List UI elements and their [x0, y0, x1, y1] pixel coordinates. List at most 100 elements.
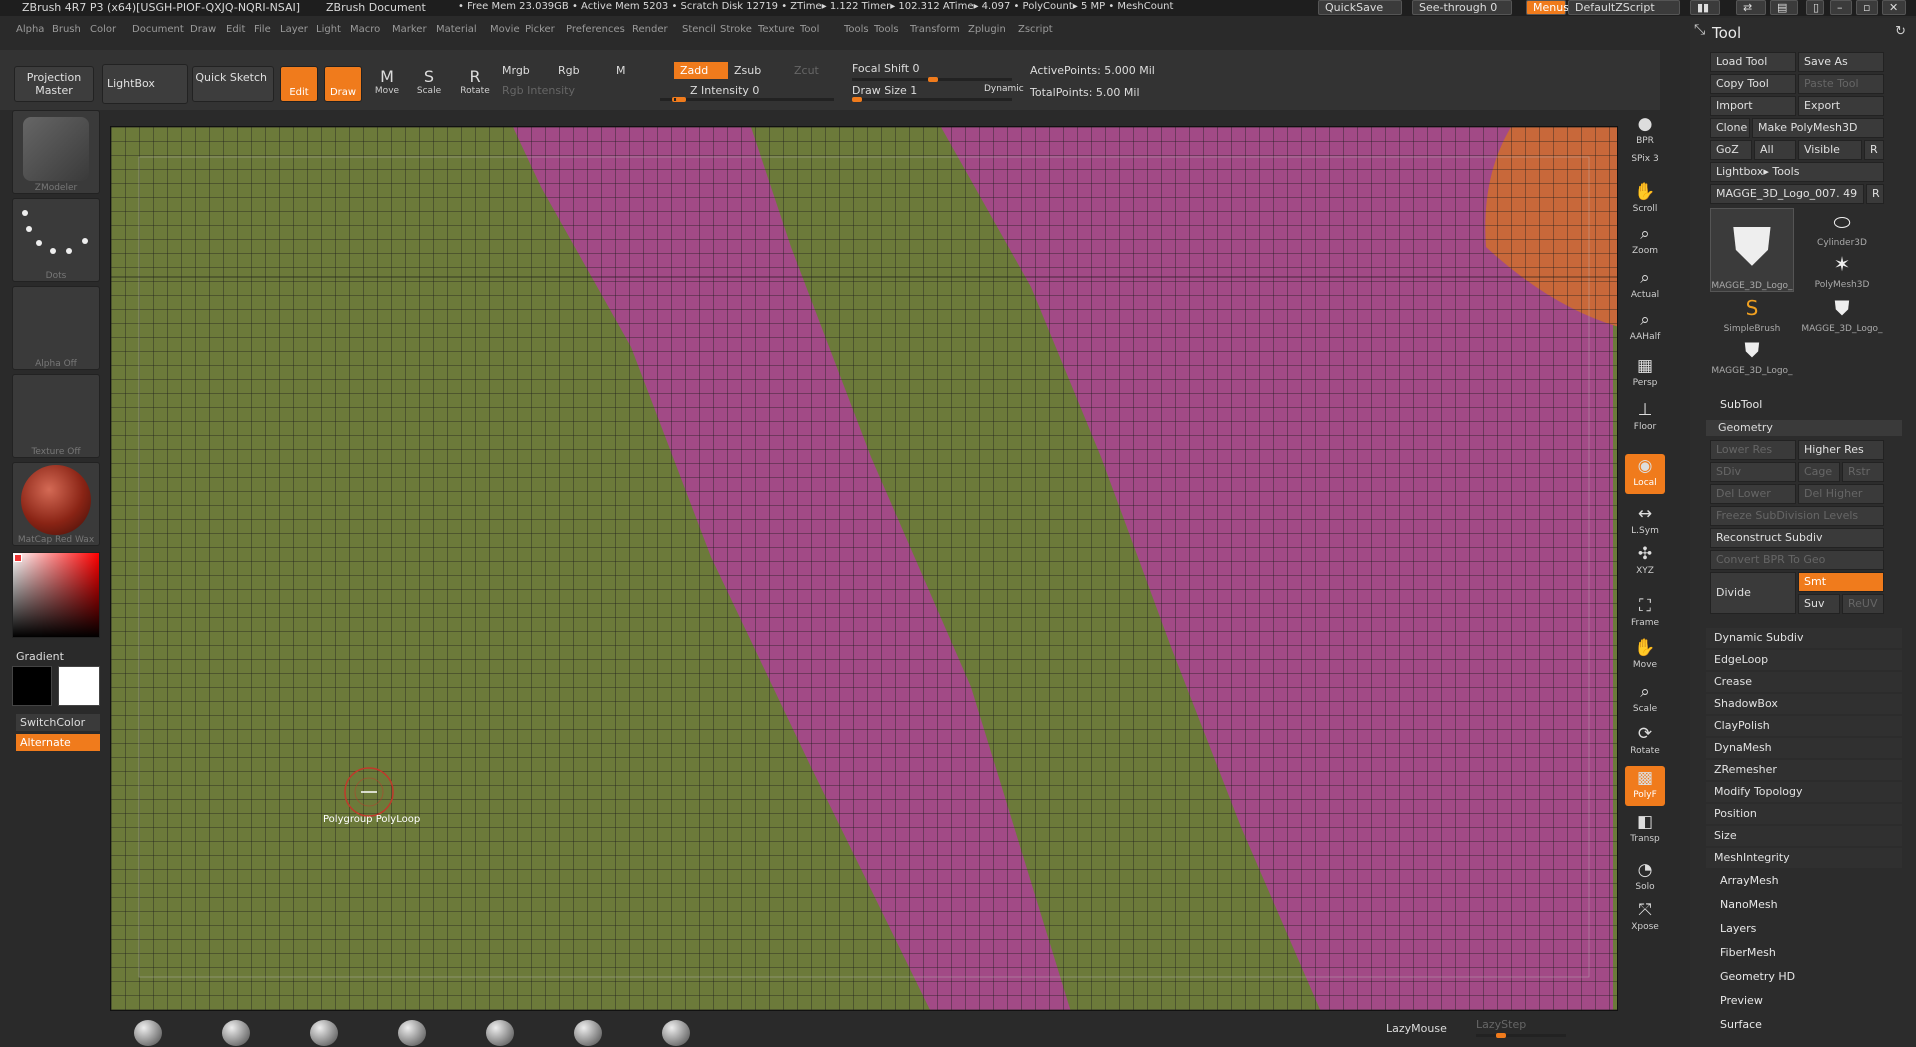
menu-item-movie[interactable]: Movie	[490, 24, 520, 35]
quick-sketch-button[interactable]: Quick Sketch	[192, 66, 274, 102]
main-color-swatch[interactable]	[12, 666, 52, 706]
brush-picker[interactable]: ZModeler	[12, 110, 100, 194]
subtool-section[interactable]: SubTool	[1720, 398, 1762, 411]
menu-item-material[interactable]: Material	[436, 24, 477, 35]
quicksave-button[interactable]: QuickSave	[1318, 0, 1402, 15]
lazystep-track[interactable]	[1476, 1033, 1566, 1038]
menu-item-file[interactable]: File	[254, 24, 271, 35]
switchcolor-button[interactable]: SwitchColor	[16, 714, 100, 731]
menu-item-macro[interactable]: Macro	[350, 24, 380, 35]
tool-thumb[interactable]: ⬭ Cylinder3D	[1800, 208, 1884, 248]
suv-toggle[interactable]: Suv	[1798, 594, 1840, 614]
color-picker-marker[interactable]	[14, 554, 22, 562]
ui-swap-icon[interactable]: ⇄	[1736, 0, 1766, 15]
z-intensity-track[interactable]	[674, 97, 834, 102]
ui-panel-icon[interactable]: ▤	[1770, 0, 1798, 15]
mesh-canvas[interactable]: Polygroup PolyLoop	[111, 127, 1618, 1011]
z-intensity-knob[interactable]	[676, 97, 686, 102]
menu-item-tool[interactable]: Tool	[800, 24, 819, 35]
convert-bpr-button[interactable]: Convert BPR To Geo	[1710, 550, 1884, 570]
default-zscript-button[interactable]: DefaultZScript	[1568, 0, 1680, 15]
focal-shift-knob[interactable]	[928, 77, 938, 82]
scale-button[interactable]: S Scale	[412, 68, 446, 97]
rotate-button[interactable]: R Rotate	[456, 68, 494, 97]
menu-item-light[interactable]: Light	[316, 24, 341, 35]
xpose-button[interactable]: ⤧ Xpose	[1625, 898, 1665, 938]
visible-button[interactable]: Visible	[1798, 140, 1862, 160]
all-button[interactable]: All	[1754, 140, 1796, 160]
brush-slot-1-icon[interactable]	[134, 1020, 162, 1046]
texture-picker[interactable]: Texture Off	[12, 374, 100, 458]
bpr-button[interactable]: ● BPR	[1625, 112, 1665, 152]
m-button[interactable]: M	[616, 64, 626, 77]
lightbox-tools-button[interactable]: Lightbox▸ Tools	[1710, 162, 1884, 182]
geometry-item-shadowbox[interactable]: ShadowBox	[1706, 694, 1902, 714]
divide-button[interactable]: Divide	[1710, 572, 1796, 614]
zoom-button[interactable]: ⌕ Zoom	[1625, 222, 1665, 262]
zsub-button[interactable]: Zsub	[734, 64, 761, 77]
draw-size-track[interactable]	[852, 97, 1012, 102]
lightbox-button[interactable]: LightBox	[102, 64, 188, 104]
alpha-picker[interactable]: Alpha Off	[12, 286, 100, 370]
scroll-button[interactable]: ✋ Scroll	[1625, 180, 1665, 220]
secondary-color-swatch[interactable]	[58, 666, 100, 706]
brush-slot-6-icon[interactable]	[574, 1020, 602, 1046]
menu-item-brush[interactable]: Brush	[52, 24, 81, 35]
geometry-item-dynamic-subdiv[interactable]: Dynamic Subdiv	[1706, 628, 1902, 648]
menu-item-picker[interactable]: Picker	[525, 24, 555, 35]
menu-item-draw[interactable]: Draw	[190, 24, 216, 35]
menu-item-tools[interactable]: Tools	[844, 24, 869, 35]
menu-item-tools[interactable]: Tools	[874, 24, 899, 35]
brush-slot-3-icon[interactable]	[310, 1020, 338, 1046]
freeze-subdivision-button[interactable]: Freeze SubDivision Levels	[1710, 506, 1884, 526]
lazymouse-button[interactable]: LazyMouse	[1386, 1022, 1447, 1035]
geometry-item-modify-topology[interactable]: Modify Topology	[1706, 782, 1902, 802]
menu-item-color[interactable]: Color	[90, 24, 116, 35]
higher-res-button[interactable]: Higher Res	[1798, 440, 1884, 460]
z-intensity-slider[interactable]: Z Intensity 0	[690, 84, 759, 97]
brush-slot-7-icon[interactable]	[662, 1020, 690, 1046]
tool-thumb[interactable]: ⛊ MAGGE_3D_Logo_	[1800, 294, 1884, 334]
geometry-item-zremesher[interactable]: ZRemesher	[1706, 760, 1902, 780]
menu-item-preferences[interactable]: Preferences	[566, 24, 625, 35]
cage-button[interactable]: Cage	[1798, 462, 1840, 482]
minimize-icon[interactable]: –	[1830, 0, 1852, 15]
material-picker[interactable]: MatCap Red Wax	[12, 462, 100, 546]
canvas-viewport[interactable]: Polygroup PolyLoop	[110, 126, 1618, 1011]
rstr-button[interactable]: Rstr	[1842, 462, 1884, 482]
tool-thumb[interactable]: S SimpleBrush	[1710, 294, 1794, 334]
rgb-button[interactable]: Rgb	[558, 64, 580, 77]
geometry-item-edgeloop[interactable]: EdgeLoop	[1706, 650, 1902, 670]
reuv-toggle[interactable]: ReUV	[1842, 594, 1884, 614]
frame-button[interactable]: ⛶ Frame	[1625, 594, 1665, 634]
move-button[interactable]: ✋ Move	[1625, 636, 1665, 676]
see-through-slider[interactable]: See-through 0	[1412, 0, 1512, 15]
section-geometry-hd[interactable]: Geometry HD	[1720, 970, 1795, 983]
alternate-button[interactable]: Alternate	[16, 734, 100, 751]
local-button[interactable]: ◉ Local	[1625, 454, 1665, 494]
menu-item-transform[interactable]: Transform	[910, 24, 960, 35]
menu-item-alpha[interactable]: Alpha	[16, 24, 44, 35]
tool-thumb[interactable]: ⛊ MAGGE_3D_Logo_	[1710, 208, 1794, 292]
stroke-picker[interactable]: Dots	[12, 198, 100, 282]
geometry-item-dynamesh[interactable]: DynaMesh	[1706, 738, 1902, 758]
focal-shift-slider[interactable]: Focal Shift 0	[852, 62, 920, 75]
draw-size-knob[interactable]	[852, 97, 862, 102]
polyf-button[interactable]: ▩ PolyF	[1625, 766, 1665, 806]
ui-layout-icon[interactable]: ▮▮	[1690, 0, 1720, 15]
sdiv-slider[interactable]: SDiv	[1710, 462, 1796, 482]
geometry-item-meshintegrity[interactable]: MeshIntegrity	[1706, 848, 1902, 868]
brush-slot-2-icon[interactable]	[222, 1020, 250, 1046]
menu-item-layer[interactable]: Layer	[280, 24, 308, 35]
zcut-button[interactable]: Zcut	[794, 64, 819, 77]
mrgb-button[interactable]: Mrgb	[502, 64, 530, 77]
copy-tool-button[interactable]: Copy Tool	[1710, 74, 1796, 94]
rotate-button[interactable]: ⟳ Rotate	[1625, 722, 1665, 762]
section-surface[interactable]: Surface	[1720, 1018, 1762, 1031]
section-nanomesh[interactable]: NanoMesh	[1720, 898, 1778, 911]
import-button[interactable]: Import	[1710, 96, 1796, 116]
rgb-intensity-slider[interactable]: Rgb Intensity	[502, 84, 575, 97]
smt-toggle[interactable]: Smt	[1798, 572, 1884, 592]
brush-slot-4-icon[interactable]	[398, 1020, 426, 1046]
color-picker[interactable]	[12, 552, 100, 638]
